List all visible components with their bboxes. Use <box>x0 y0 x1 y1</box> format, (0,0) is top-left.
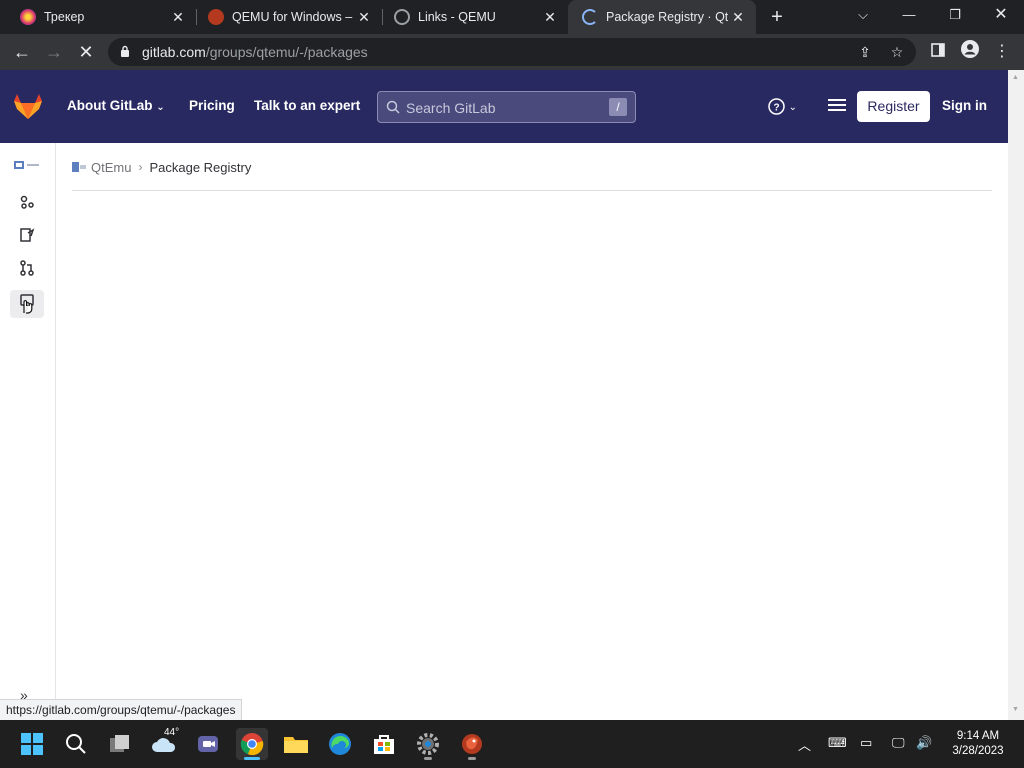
search-shortcut-badge: / <box>609 98 627 116</box>
packages-icon[interactable] <box>10 290 44 318</box>
close-window-icon[interactable]: ✕ <box>988 4 1014 26</box>
minimize-icon[interactable]: — <box>896 4 922 26</box>
svg-text:?: ? <box>773 102 779 113</box>
close-tab-icon[interactable]: ✕ <box>168 9 188 26</box>
lock-icon <box>121 45 129 57</box>
tab-search-chevron-icon[interactable]: ⌵ <box>850 4 876 26</box>
divider <box>72 190 992 191</box>
pricing-link[interactable]: Pricing <box>189 98 235 113</box>
volume-icon[interactable]: 🔊 <box>916 735 932 751</box>
address-bar-url: gitlab.com/groups/qtemu/-/packages <box>142 44 368 60</box>
vertical-scrollbar[interactable]: ▲ ▼ <box>1008 70 1024 720</box>
close-tab-icon[interactable]: ✕ <box>354 9 374 26</box>
stop-loading-icon[interactable]: ✕ <box>72 38 100 66</box>
microsoft-store-icon[interactable] <box>368 728 400 760</box>
group-avatar[interactable] <box>10 151 44 179</box>
help-dropdown-button[interactable]: ? ⌄ <box>768 98 797 115</box>
left-sidebar: » <box>0 143 56 720</box>
close-tab-icon[interactable]: ✕ <box>728 9 748 26</box>
clock-date: 3/28/2023 <box>952 745 1004 757</box>
web-page: About GitLab ⌄ Pricing Talk to an expert… <box>0 70 1008 720</box>
register-button[interactable]: Register <box>857 91 930 122</box>
chevron-up-icon[interactable]: ︿ <box>798 735 811 754</box>
share-icon[interactable]: ⇪ <box>856 43 874 61</box>
chevron-down-icon: ⌄ <box>156 102 165 113</box>
chrome-app-icon[interactable] <box>236 728 268 760</box>
tab-title: Links - QEMU <box>418 10 496 24</box>
hamburger-menu-icon[interactable] <box>828 98 846 112</box>
profile-icon[interactable] <box>958 40 982 64</box>
browser-menu-icon[interactable]: ⋮ <box>990 40 1014 64</box>
breadcrumb-current-page[interactable]: Package Registry <box>149 160 251 175</box>
browser-tab[interactable]: QEMU for Windows – In ✕ <box>194 0 383 34</box>
browser-tab-active[interactable]: Package Registry · QtEmu ✕ <box>568 0 756 34</box>
qemu-app-icon[interactable] <box>456 728 488 760</box>
clock-time: 9:14 AM <box>956 730 1000 742</box>
link-status-bubble: https://gitlab.com/groups/qtemu/-/packag… <box>0 699 243 720</box>
group-overview-icon[interactable] <box>10 188 44 216</box>
weather-temperature: 44° <box>164 727 180 738</box>
qemu-favicon-icon <box>208 9 224 25</box>
side-panel-icon[interactable] <box>926 40 950 64</box>
file-explorer-icon[interactable] <box>280 728 312 760</box>
scroll-up-arrow-icon[interactable]: ▲ <box>1012 74 1019 81</box>
issues-icon[interactable] <box>10 221 44 249</box>
merge-requests-icon[interactable] <box>10 254 44 282</box>
browser-tab-strip: Трекер ✕ QEMU for Windows – In ✕ Links -… <box>0 0 1024 34</box>
talk-to-expert-link[interactable]: Talk to an expert <box>254 98 360 113</box>
scroll-down-arrow-icon[interactable]: ▼ <box>1012 706 1019 713</box>
touchpad-icon[interactable]: ▭ <box>860 735 872 751</box>
gitlab-logo-icon[interactable] <box>14 94 42 120</box>
browser-tab[interactable]: Трекер ✕ <box>6 0 197 34</box>
search-icon[interactable] <box>60 728 92 760</box>
task-view-icon[interactable] <box>104 728 136 760</box>
address-bar[interactable]: gitlab.com/groups/qtemu/-/packages ⇪ ☆ <box>108 38 916 66</box>
breadcrumb: QtEmu › Package Registry <box>72 159 251 175</box>
sign-in-link[interactable]: Sign in <box>942 98 987 113</box>
close-tab-icon[interactable]: ✕ <box>540 9 560 26</box>
chevron-down-icon: ⌄ <box>788 102 798 113</box>
breadcrumb-group-link[interactable]: QtEmu <box>91 160 131 175</box>
edge-browser-icon[interactable] <box>324 728 356 760</box>
help-icon: ? <box>768 98 785 115</box>
keyboard-icon[interactable]: ⌨ <box>828 735 847 751</box>
tab-title: QEMU for Windows – In <box>232 10 354 24</box>
teams-chat-icon[interactable] <box>192 728 224 760</box>
group-avatar-icon <box>72 162 86 172</box>
chevron-right-icon: › <box>138 160 143 174</box>
windows-start-icon[interactable] <box>16 728 48 760</box>
search-input[interactable]: Search GitLab / <box>377 91 636 123</box>
search-placeholder: Search GitLab <box>406 100 496 116</box>
tracker-favicon-icon <box>20 9 36 25</box>
search-icon <box>386 100 400 114</box>
about-gitlab-menu[interactable]: About GitLab ⌄ <box>67 98 165 113</box>
forward-arrow-icon[interactable]: → <box>40 38 68 66</box>
taskbar-clock[interactable]: 9:14 AM 3/28/2023 <box>944 729 1012 759</box>
tab-title: Трекер <box>44 10 85 24</box>
restore-icon[interactable]: ❐ <box>942 4 968 26</box>
settings-gear-icon[interactable] <box>412 728 444 760</box>
back-arrow-icon[interactable]: ← <box>8 38 36 66</box>
bookmark-star-icon[interactable]: ☆ <box>888 43 906 61</box>
browser-tab[interactable]: Links - QEMU ✕ <box>380 0 568 34</box>
network-icon[interactable]: 🖵 <box>892 735 905 751</box>
new-tab-icon[interactable]: + <box>766 6 788 28</box>
globe-icon <box>394 9 410 25</box>
tab-title: Package Registry · QtEmu <box>606 10 728 24</box>
gitlab-header: About GitLab ⌄ Pricing Talk to an expert… <box>0 70 1008 143</box>
loading-spinner-icon <box>582 9 598 25</box>
